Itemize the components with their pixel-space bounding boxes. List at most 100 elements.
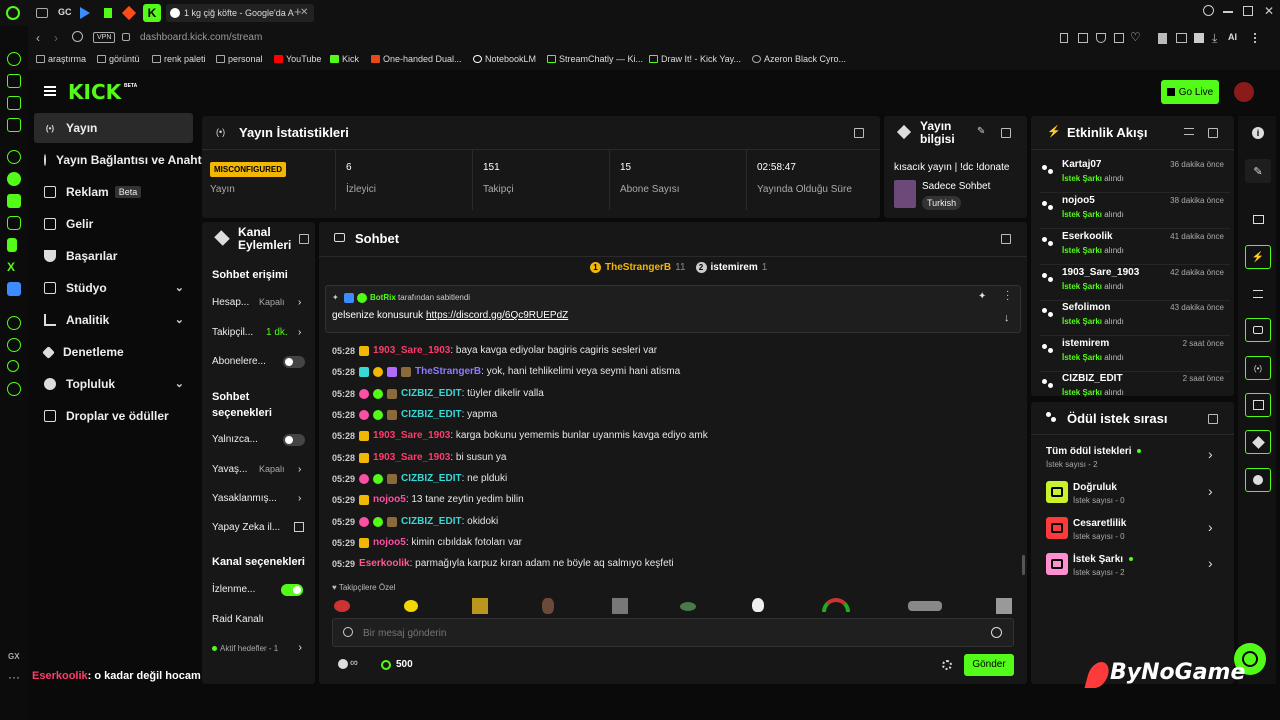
activity-user[interactable]: Kartaj07 <box>1062 159 1101 170</box>
list-icon[interactable] <box>1245 282 1271 306</box>
expand-icon[interactable] <box>1208 128 1218 138</box>
edit-icon[interactable]: ✎ <box>1245 159 1271 183</box>
activity-user[interactable]: Sefolimon <box>1062 302 1110 313</box>
top-chatter-name[interactable]: TheStrangerB <box>605 262 671 273</box>
chat-scrollbar[interactable] <box>1022 555 1025 575</box>
option-raid-channel[interactable]: Raid Kanalı <box>212 614 312 625</box>
emote-cars-icon[interactable] <box>908 601 942 611</box>
menu-icon[interactable] <box>1254 33 1262 43</box>
emote-duck-icon[interactable] <box>752 598 764 612</box>
layout-icon[interactable] <box>1245 207 1271 231</box>
draw-icon[interactable] <box>1194 33 1204 43</box>
expand-icon[interactable] <box>299 234 309 244</box>
go-live-button[interactable]: Go Live <box>1161 80 1219 104</box>
activity-user[interactable]: istemirem <box>1062 338 1109 349</box>
bookmark-notebooklm[interactable]: NotebookLM <box>473 54 536 64</box>
player-icon[interactable] <box>7 316 21 330</box>
settings-icon[interactable] <box>942 660 952 670</box>
active-goals[interactable]: Aktif hedefler - 1 › <box>212 638 302 658</box>
download-icon[interactable]: ⤓ <box>1212 31 1217 46</box>
wrench-icon[interactable] <box>1245 430 1271 454</box>
settings-icon[interactable] <box>7 382 21 396</box>
message-input-field[interactable] <box>363 625 963 641</box>
edit-icon[interactable]: ✎ <box>977 126 985 137</box>
bookmark-azeron[interactable]: Azeron Black Cyro... <box>752 54 846 64</box>
reload-icon[interactable] <box>72 31 83 42</box>
bookmark-kick[interactable]: Kick <box>330 54 359 64</box>
bookmark-goruntu[interactable]: görüntü <box>97 54 140 64</box>
chat-input[interactable] <box>332 618 1014 647</box>
bookmark-one-handed[interactable]: One-handed Dual... <box>371 54 462 64</box>
tab-icon-play[interactable] <box>80 7 90 19</box>
active-tab[interactable]: 1 kg çiğ köfte - Google'da A ✕ <box>166 4 314 22</box>
shield-icon[interactable] <box>1096 33 1106 43</box>
chevron-right-icon[interactable]: › <box>298 297 301 308</box>
pin-icon[interactable] <box>1060 33 1068 43</box>
nav-yayin-baglantisi[interactable]: Yayın Bağlantısı ve Anahtar <box>34 145 204 175</box>
heart-icon[interactable]: ♡ <box>1130 30 1141 44</box>
new-tab-icon[interactable]: + <box>294 4 302 19</box>
option-banned-words[interactable]: Yasaklanmış... › <box>212 493 312 504</box>
x-icon[interactable]: X <box>7 260 21 274</box>
nav-reklam[interactable]: Reklam Beta <box>34 177 194 207</box>
activity-user[interactable]: Eserkoolik <box>1062 231 1113 242</box>
tab-icon-kick[interactable]: K <box>143 4 161 22</box>
message-user[interactable]: CIZBIZ_EDIT <box>401 516 462 527</box>
chat-icon[interactable] <box>1245 318 1271 342</box>
chevron-down-icon[interactable]: ⌄ <box>175 281 184 294</box>
minimize-icon[interactable] <box>1223 11 1233 13</box>
discord-icon[interactable] <box>7 194 21 208</box>
wallet-icon[interactable] <box>7 96 21 110</box>
reward-all[interactable]: Tüm ödül istekleri İstek sayısı - 2 › <box>1046 444 1226 472</box>
emote-face-icon[interactable] <box>542 598 554 614</box>
nav-gelir[interactable]: Gelir <box>34 209 194 239</box>
nav-topluluk[interactable]: Topluluk ⌄ <box>34 369 194 399</box>
avatar[interactable] <box>1234 82 1254 102</box>
bookmark-arastirma[interactable]: araştırma <box>36 54 86 64</box>
message-user[interactable]: 1903_Sare_1903 <box>373 345 450 356</box>
tab-icon-green[interactable] <box>104 8 112 18</box>
bookmark-renk-paleti[interactable]: renk paleti <box>152 54 206 64</box>
pinned-by-user[interactable]: BotRix <box>370 293 396 302</box>
chevron-right-icon[interactable]: › <box>298 327 301 338</box>
message-user[interactable]: nojoo5 <box>373 494 406 505</box>
activity-user[interactable]: nojoo5 <box>1062 195 1095 206</box>
chevron-down-icon[interactable]: ⌄ <box>175 377 184 390</box>
lock-icon[interactable] <box>122 33 130 41</box>
snapshot-icon[interactable] <box>1078 33 1088 43</box>
history-icon[interactable] <box>7 338 21 352</box>
emoji-icon[interactable] <box>991 627 1002 638</box>
emote-gauge-icon[interactable] <box>822 598 850 612</box>
opera-gx-icon[interactable] <box>6 6 20 20</box>
vpn-badge[interactable]: VPN <box>93 32 116 43</box>
emote-only-toggle[interactable] <box>283 434 305 446</box>
collapse-icon[interactable]: ↓ <box>1004 312 1010 324</box>
message-user[interactable]: nojoo5 <box>373 537 406 548</box>
community-icon[interactable] <box>338 659 348 669</box>
kick-logo[interactable]: KICK <box>68 80 121 104</box>
app-icon[interactable] <box>7 282 21 296</box>
downloads-icon[interactable] <box>7 360 19 372</box>
emote-photo-icon[interactable] <box>612 598 628 614</box>
nav-analitik[interactable]: Analitik ⌄ <box>34 305 194 335</box>
points-icon[interactable] <box>381 660 391 670</box>
url-field[interactable]: dashboard.kick.com/stream <box>140 32 262 43</box>
emote-picture-icon[interactable] <box>996 598 1012 614</box>
nav-studyo[interactable]: Stüdyo ⌄ <box>34 273 194 303</box>
message-user[interactable]: 1903_Sare_1903 <box>373 452 450 463</box>
activity-user[interactable]: CIZBIZ_EDIT <box>1062 373 1123 384</box>
instagram-icon[interactable] <box>7 216 21 230</box>
close-window-icon[interactable]: ✕ <box>1264 4 1274 18</box>
bookmark-drawit[interactable]: Draw It! - Kick Yay... <box>649 54 741 64</box>
option-slow-mode[interactable]: Yavaş... Kapalı › <box>212 464 312 475</box>
option-followers-only[interactable]: Takipçil... 1 dk. › <box>212 327 312 338</box>
expand-icon[interactable] <box>854 128 864 138</box>
bookmark-streamchatly[interactable]: StreamChatly — Ki... <box>547 54 643 64</box>
option-ai-moderation[interactable]: Yapay Zeka il... <box>212 522 312 533</box>
top-chatter-name[interactable]: istemirem <box>711 262 758 273</box>
chevron-right-icon[interactable]: › <box>298 464 301 475</box>
expand-icon[interactable] <box>1001 234 1011 244</box>
speed-dial-icon[interactable] <box>7 52 21 66</box>
reward-item-cesaretlilik[interactable]: Cesaretlilik İstek sayısı - 0 › <box>1046 517 1226 543</box>
more-icon[interactable]: ··· <box>8 670 20 684</box>
